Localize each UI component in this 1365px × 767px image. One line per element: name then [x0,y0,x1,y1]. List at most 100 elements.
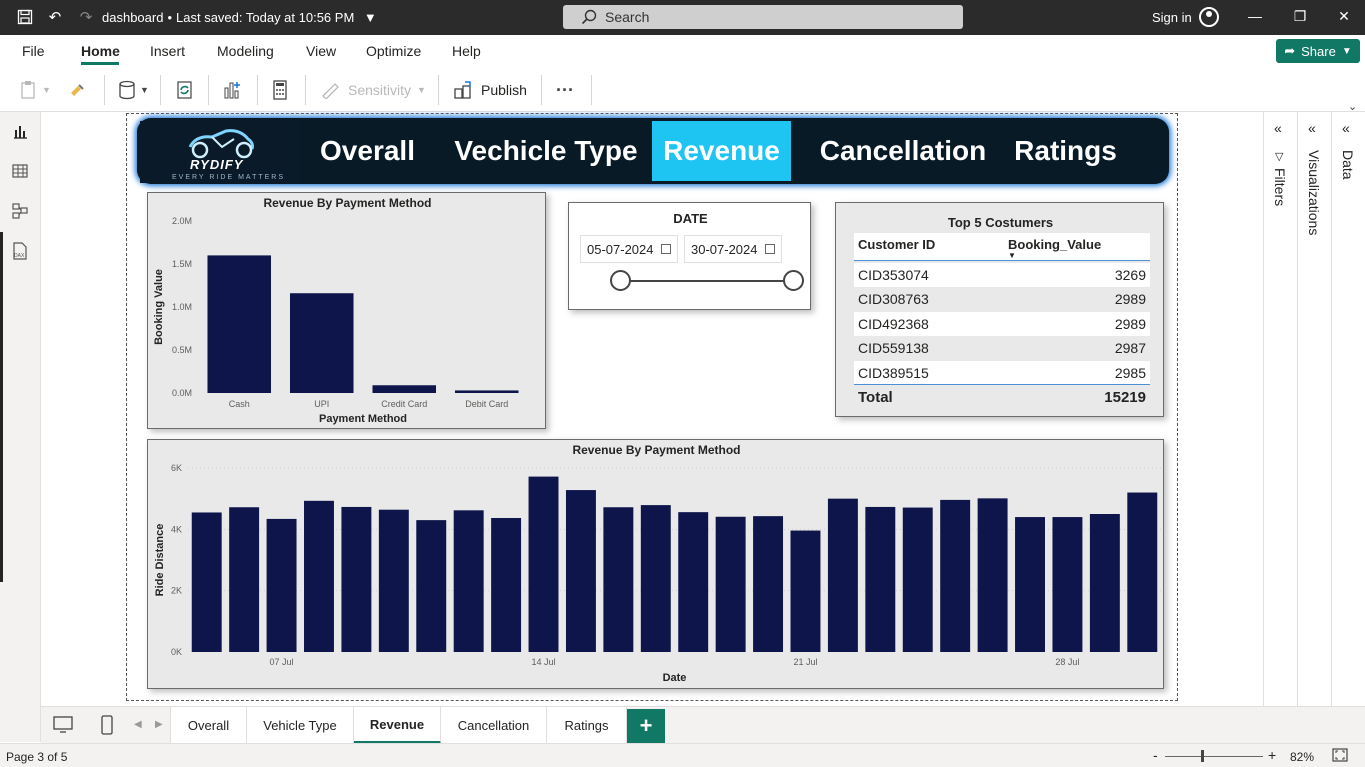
bar [603,507,634,652]
svg-text:DAX: DAX [14,253,25,259]
x-tick-label: 07 Jul [270,657,294,667]
filters-label: Filters [1272,168,1288,207]
menu-insert[interactable]: Insert [150,43,185,59]
ride-distance-by-date-chart[interactable]: Revenue By Payment Method 0K 2K 4K 6K 07 Jul… [147,439,1164,689]
page-indicator: Page 3 of 5 [6,750,68,764]
share-button[interactable]: ➦ Share ▼ [1276,39,1360,63]
column-header-customer-id[interactable]: Customer ID [858,237,935,252]
publish-icon [454,81,471,99]
model-view-icon[interactable] [11,202,29,220]
expand-icon[interactable]: « [1274,120,1282,136]
menu-home[interactable]: Home [81,43,120,59]
refresh-icon[interactable] [175,79,195,101]
table-header: Customer ID Booking_Value ▼ [854,233,1150,261]
scroll-left-icon[interactable]: ◀ [134,719,142,730]
nav-tab-revenue[interactable]: Revenue [652,121,791,181]
page-tab-revenue[interactable]: Revenue [354,707,441,744]
top-customers-table[interactable]: Top 5 Costumers Customer ID Booking_Valu… [835,202,1164,417]
nav-tab-overall[interactable]: Overall [305,121,430,181]
calendar-icon[interactable] [661,244,671,254]
nav-tab-vehicle-type[interactable]: Vechicle Type [440,121,652,181]
new-visual-icon[interactable] [222,79,242,101]
restore-icon[interactable]: ❐ [1292,8,1308,26]
bar [372,385,437,393]
page-tab-ratings[interactable]: Ratings [547,707,627,744]
sensitivity-label: Sensitivity [348,82,412,98]
menu-optimize[interactable]: Optimize [366,43,421,59]
menu-file[interactable]: File [22,43,45,59]
scroll-right-icon[interactable]: ▶ [155,719,163,730]
sign-in-link[interactable]: Sign in [1152,10,1192,25]
zoom-slider-handle[interactable] [1201,750,1204,762]
zoom-out-button[interactable]: - [1153,747,1158,763]
x-axis-title: Date [663,672,687,684]
save-icon[interactable] [16,8,34,26]
table-row[interactable]: CID559138 2987 [854,336,1150,360]
search-icon [581,9,597,25]
sort-descending-icon[interactable]: ▼ [1008,251,1016,260]
chevron-down-icon[interactable]: ▼ [364,10,377,25]
menu-help[interactable]: Help [452,43,481,59]
filters-pane[interactable]: « ▽ Filters [1264,112,1298,742]
format-painter-icon[interactable] [68,79,86,101]
page-tab-vehicle-type[interactable]: Vehicle Type [247,707,354,744]
y-tick-label: 2.0M [172,216,192,226]
data-pane[interactable]: « Data [1332,112,1365,742]
zoom-in-button[interactable]: + [1268,747,1276,763]
expand-icon[interactable]: « [1342,120,1350,136]
mobile-layout-icon[interactable] [101,715,113,740]
table-view-icon[interactable] [11,162,29,180]
sensitivity-icon [322,83,339,99]
nav-tab-ratings[interactable]: Ratings [1000,121,1131,181]
date-slicer[interactable]: DATE 05-07-2024 30-07-2024 [568,202,811,310]
menu-view[interactable]: View [306,43,336,59]
calculator-icon[interactable] [272,79,288,101]
document-title[interactable]: dashboard • Last saved: Today at 10:56 PM … [102,10,377,25]
x-axis-title: Payment Method [319,413,407,425]
x-tick-label: UPI [314,399,329,409]
calendar-icon[interactable] [765,244,775,254]
y-tick-label: 0.5M [172,345,192,355]
zoom-slider[interactable] [1165,756,1263,757]
slider-start-handle[interactable] [610,270,631,291]
y-tick-label: 4K [171,524,182,534]
start-date-value: 05-07-2024 [587,241,654,257]
doc-name: dashboard [102,10,164,25]
minimize-icon[interactable]: — [1247,8,1263,26]
start-date-input[interactable]: 05-07-2024 [580,235,678,263]
column-header-booking-value[interactable]: Booking_Value [1008,237,1101,252]
bar [565,490,596,652]
table-row[interactable]: CID389515 2985 [854,361,1150,385]
desktop-layout-icon[interactable] [53,716,73,739]
add-page-button[interactable]: + [627,709,665,743]
close-icon[interactable]: ✕ [1336,8,1352,26]
menu-modeling[interactable]: Modeling [217,43,274,59]
page-tab-overall[interactable]: Overall [170,707,247,744]
fit-to-page-icon[interactable] [1332,748,1348,765]
report-view-icon[interactable] [11,122,29,140]
bar [491,517,522,652]
date-slider-track[interactable] [621,280,795,282]
logo-tagline: EVERY RIDE MATTERS [172,174,286,181]
expand-icon[interactable]: « [1308,120,1316,136]
slider-end-handle[interactable] [783,270,804,291]
get-data-icon[interactable]: ▼ [118,79,149,101]
search-input[interactable]: Search [563,5,963,29]
table-row[interactable]: CID492368 2989 [854,312,1150,336]
page-tab-cancellation[interactable]: Cancellation [441,707,547,744]
table-row[interactable]: CID308763 2989 [854,287,1150,311]
y-axis-title: Ride Distance [154,524,166,597]
zoom-level: 82% [1290,750,1315,764]
avatar-icon[interactable] [1199,7,1219,27]
dax-query-view-icon[interactable]: DAX [11,242,29,260]
undo-icon[interactable]: ↶ [46,8,64,26]
nav-tab-cancellation[interactable]: Cancellation [808,121,998,181]
bar [341,506,372,652]
end-date-input[interactable]: 30-07-2024 [684,235,782,263]
table-row[interactable]: CID353074 3269 [854,263,1150,287]
visualizations-pane[interactable]: « Visualizations [1298,112,1332,742]
revenue-by-payment-chart[interactable]: Revenue By Payment Method 0.0M 0.5M 1.0M 1.… [147,192,546,429]
more-options-button[interactable]: ··· [556,79,574,101]
publish-button[interactable]: Publish [453,79,527,101]
publish-label: Publish [481,82,527,98]
